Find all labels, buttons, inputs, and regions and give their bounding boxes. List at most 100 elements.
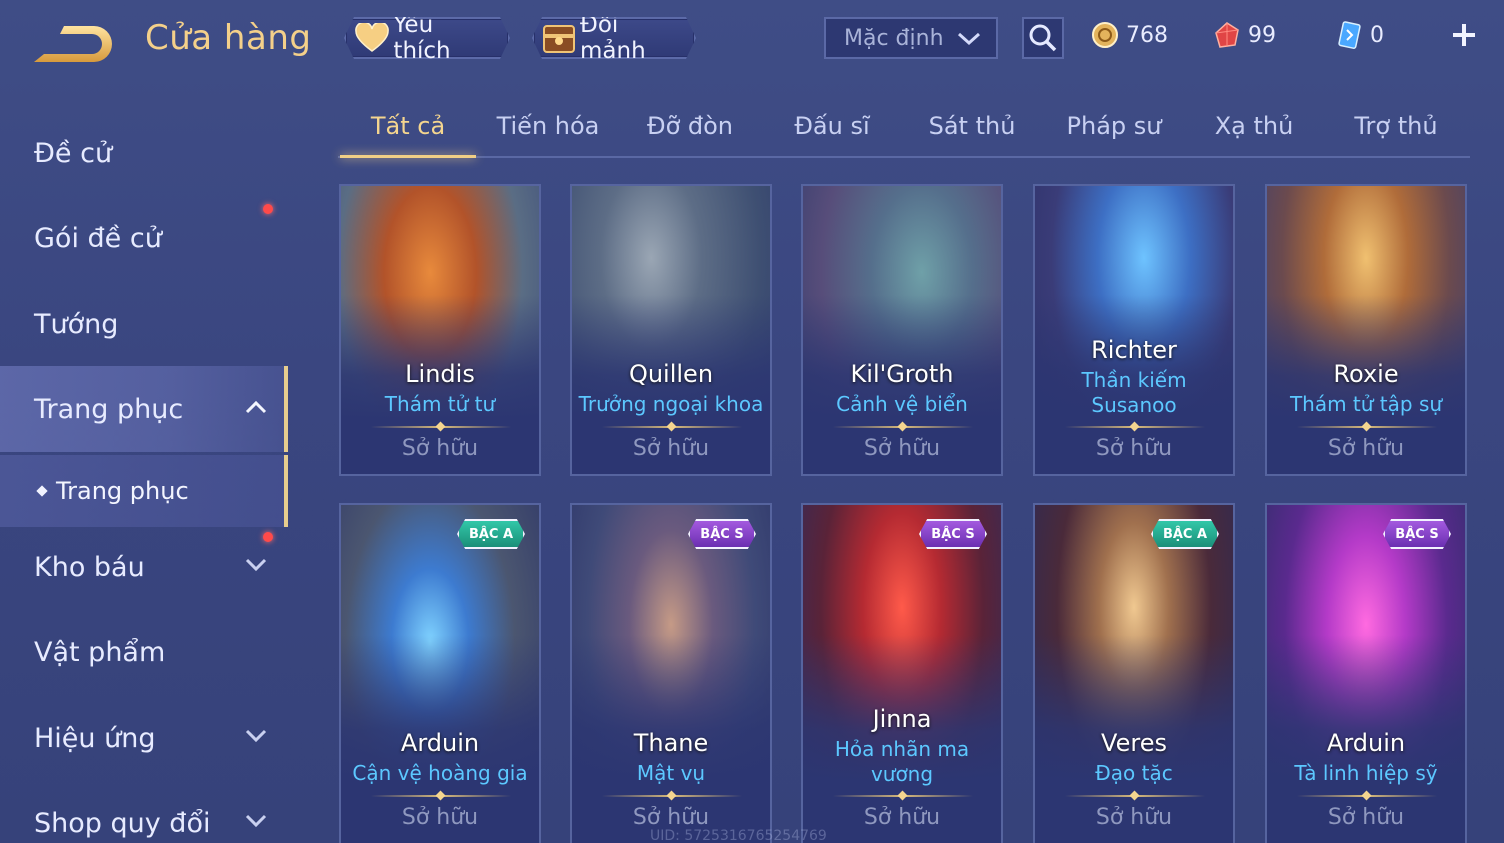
tab-fighter[interactable]: Đấu sĩ [764,112,900,156]
chevron-up-icon [245,400,267,414]
skin-name: Tà linh hiệp sỹ [1294,761,1438,785]
sidebar-item-label: Vật phẩm [34,636,166,668]
hero-name: Kil'Groth [850,360,954,388]
tab-evolution[interactable]: Tiến hóa [480,112,616,156]
skin-name-line2: vương [870,762,934,786]
back-button[interactable] [30,20,116,66]
sidebar-item-label: Trang phục [34,393,184,425]
tab-mage[interactable]: Pháp sư [1046,112,1182,156]
owned-status: Sở hữu [863,436,941,461]
sidebar-item-heroes[interactable]: Tướng [0,281,288,367]
sidebar-item-recommended[interactable]: Đề cử [0,110,288,196]
chevron-down-icon [957,32,981,46]
skin-name-line1: Thần kiếm [1081,368,1187,392]
favorites-label: Yêu thích [393,12,451,64]
hero-name: Veres [1101,729,1167,757]
tab-label: Tất cả [370,112,446,140]
owned-status: Sở hữu [632,805,710,830]
shard-exchange-label: Đổi mảnh [580,12,646,64]
bullet-diamond-icon [36,485,48,497]
tab-marksman[interactable]: Xạ thủ [1186,112,1322,156]
owned-status: Sở hữu [1327,805,1405,830]
hero-name: Lindis [405,360,475,388]
shard-exchange-button[interactable]: Đổi mảnh [532,17,696,59]
favorites-button[interactable]: Yêu thích [344,17,510,59]
chevron-down-icon [245,558,267,572]
sidebar-item-label: Gói đề cử [34,222,162,254]
chevron-down-icon [245,729,267,743]
tab-label: Xạ thủ [1214,112,1294,140]
owned-status: Sở hữu [1095,805,1173,830]
skin-name: Thám tử tập sự [1289,392,1443,416]
tab-label: Pháp sư [1066,112,1162,140]
skin-card[interactable]: BẬC A Arduin Cận vệ hoàng gia Sở hữu [339,503,541,843]
skin-name: Đạo tặc [1095,761,1173,785]
category-tabs: Tất cả Tiến hóa Đỡ đòn Đấu sĩ Sát thủ Ph… [338,100,1470,158]
uid-watermark: UID: 5725316765254769 [650,828,827,843]
sort-dropdown[interactable]: Mặc định [824,17,998,59]
hero-name: Jinna [872,705,932,733]
sidebar-item-skins[interactable]: Trang phục [0,366,288,452]
ruby-icon [1212,20,1242,50]
active-tab-indicator [340,155,476,158]
sidebar-item-items[interactable]: Vật phẩm [0,609,288,695]
skin-name: Cận vệ hoàng gia [352,761,528,785]
tab-label: Đấu sĩ [794,112,870,140]
rank-badge: BẬC S [688,519,756,549]
skin-card[interactable]: Richter Thần kiếm Susanoo Sở hữu [1033,184,1235,476]
search-button[interactable] [1022,17,1064,59]
page-title: Cửa hàng [145,18,312,58]
skin-card[interactable]: Quillen Trưởng ngoại khoa Sở hữu [570,184,772,476]
skin-card[interactable]: BẬC A Veres Đạo tặc Sở hữu [1033,503,1235,843]
plus-icon [1453,24,1475,46]
tab-all[interactable]: Tất cả [340,112,476,156]
tab-tank[interactable]: Đỡ đòn [622,112,758,156]
owned-status: Sở hữu [632,436,710,461]
rank-badge: BẬC S [1383,519,1451,549]
hero-name: Roxie [1333,360,1399,388]
sidebar-item-effects[interactable]: Hiệu ứng [0,695,288,781]
skin-name: Trưởng ngoại khoa [578,392,764,416]
sidebar-item-recommended-packs[interactable]: Gói đề cử [0,195,288,281]
ruby-currency: 99 [1212,18,1276,52]
hero-name: Thane [633,729,709,757]
tab-label: Đỡ đòn [646,112,734,140]
sidebar-item-label: Kho báu [34,551,145,583]
skin-name: Mật vụ [636,761,706,785]
sort-value: Mặc định [844,25,944,51]
skin-card[interactable]: BẬC S Jinna Hỏa nhãn ma vương Sở hữu [801,503,1003,843]
owned-status: Sở hữu [863,805,941,830]
skin-card[interactable]: Roxie Thám tử tập sự Sở hữu [1265,184,1467,476]
sidebar-subitem-skins[interactable]: Trang phục [0,455,288,527]
skin-card[interactable]: BẬC S Arduin Tà linh hiệp sỹ Sở hữu [1265,503,1467,843]
search-icon [1029,24,1057,52]
hero-name: Arduin [400,729,480,757]
sidebar-subitem-label: Trang phục [56,477,189,505]
sidebar: Đề cử Gói đề cử Tướng Trang phục Trang p… [0,100,288,843]
sidebar-item-treasure[interactable]: Kho báu [0,524,288,610]
skin-name: Cảnh vệ biển [836,392,968,416]
owned-status: Sở hữu [401,436,479,461]
skin-card[interactable]: BẬC S Thane Mật vụ Sở hữu [570,503,772,843]
hero-name: Richter [1091,336,1177,364]
rank-badge: BẬC S [919,519,987,549]
back-arrow-icon [34,26,112,62]
top-up-button[interactable] [1446,18,1482,52]
skin-card[interactable]: Kil'Groth Cảnh vệ biển Sở hữu [801,184,1003,476]
skin-name-line2: Susanoo [1091,393,1177,417]
skin-card[interactable]: Lindis Thám tử tư Sở hữu [339,184,541,476]
ruby-amount: 99 [1248,22,1276,48]
hero-name: Arduin [1326,729,1406,757]
owned-status: Sở hữu [401,805,479,830]
tab-support[interactable]: Trợ thủ [1328,112,1464,156]
skin-name-line1: Hỏa nhãn ma [834,737,970,761]
gold-currency: 768 [1090,18,1168,52]
top-bar: Cửa hàng Yêu thích Đổi mảnh Mặc định 768… [0,0,1504,80]
heart-icon [354,21,389,55]
tab-assassin[interactable]: Sát thủ [904,112,1040,156]
tab-label: Sát thủ [928,112,1016,140]
card-ticket-icon [1334,20,1364,50]
rank-badge: BẬC A [1151,519,1219,549]
card-amount: 0 [1370,22,1384,48]
sidebar-item-exchange-shop[interactable]: Shop quy đổi [0,780,288,843]
